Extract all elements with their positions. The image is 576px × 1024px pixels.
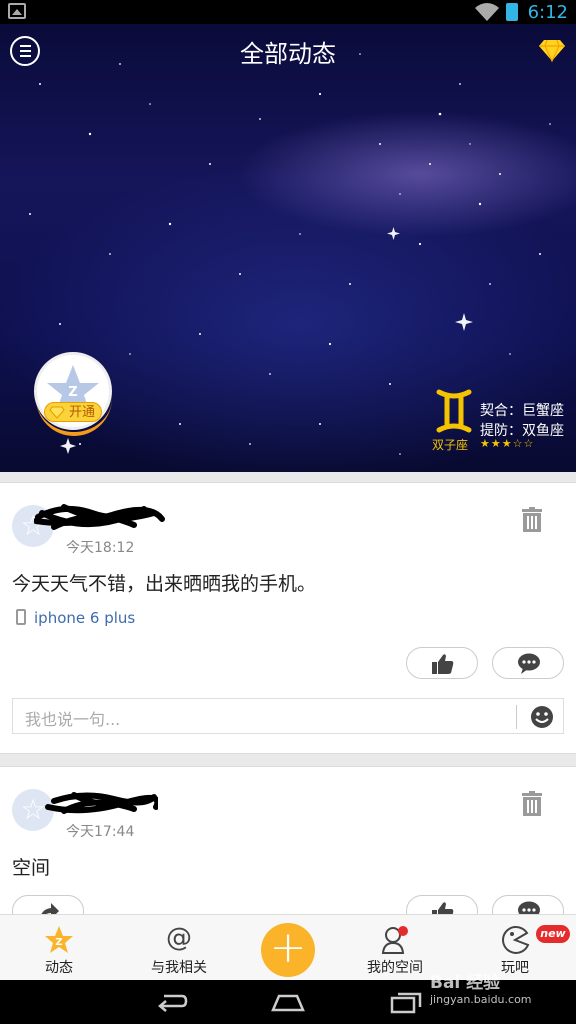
status-bar: 6:12	[0, 0, 576, 24]
delete-icon[interactable]	[520, 791, 544, 817]
emoji-icon[interactable]	[530, 705, 554, 729]
zodiac-panel[interactable]: 双子座 契合：巨蟹座 提防：双鱼座 ★★★☆☆	[432, 386, 572, 452]
comment-input[interactable]: 我也说一句...	[12, 698, 564, 734]
gallery-icon	[8, 3, 26, 19]
status-time: 6:12	[527, 2, 568, 23]
share-button[interactable]	[12, 895, 84, 914]
gemini-icon	[436, 389, 472, 433]
tab-my-space[interactable]: 我的空间	[350, 915, 440, 981]
zodiac-rating: ★★★☆☆	[480, 437, 535, 450]
feed-post: 今天18:12 今天天气不错，出来晒晒我的手机。 iphone 6 plus	[0, 482, 576, 754]
post-time: 今天17:44	[66, 824, 135, 840]
tab-mentions[interactable]: @ 与我相关	[134, 915, 224, 981]
wifi-icon	[475, 3, 499, 22]
comment-icon	[518, 653, 540, 674]
recents-icon[interactable]	[390, 990, 422, 1014]
star-z-icon: Z	[45, 926, 73, 953]
plus-icon: +	[269, 922, 307, 973]
gem-icon	[49, 406, 65, 419]
feed: 今天18:12 今天天气不错，出来晒晒我的手机。 iphone 6 plus	[0, 472, 576, 914]
phone-icon	[16, 609, 26, 625]
zodiac-sign: 双子座	[432, 438, 469, 452]
like-button[interactable]	[406, 895, 478, 914]
feed-post: 今天17:44 空间	[0, 766, 576, 914]
page-title: 全部动态	[240, 40, 336, 68]
at-icon: @	[166, 923, 192, 953]
redacted-name	[45, 792, 158, 814]
comment-button[interactable]	[492, 895, 564, 914]
svg-text:Z: Z	[55, 937, 62, 948]
home-icon[interactable]	[271, 990, 305, 1014]
thumbs-up-icon	[432, 902, 454, 914]
delete-icon[interactable]	[520, 507, 544, 533]
svg-text:Z: Z	[68, 385, 77, 400]
zodiac-match: 契合：巨蟹座	[480, 403, 564, 419]
tab-feed[interactable]: Z 动态	[14, 915, 104, 981]
comment-button[interactable]	[492, 647, 564, 679]
new-badge: new	[536, 925, 570, 943]
comment-placeholder: 我也说一句...	[25, 710, 121, 729]
vip-open-badge[interactable]: 开通	[44, 402, 103, 422]
baidu-watermark: Bai 经验 jingyan.baidu.com	[430, 973, 532, 1006]
user-icon	[381, 926, 408, 954]
battery-icon	[506, 3, 518, 21]
post-time: 今天18:12	[66, 540, 135, 556]
add-post-button[interactable]: +	[261, 923, 315, 977]
post-device[interactable]: iphone 6 plus	[16, 609, 135, 627]
redacted-name	[34, 504, 165, 530]
post-text: 今天天气不错，出来晒晒我的手机。	[12, 573, 317, 595]
thumbs-up-icon	[432, 654, 454, 674]
app-screen: 6:12 全部动态 Z 开通 双子座 契合：巨蟹座 提防：双鱼座 ★★★☆☆ ☆…	[0, 0, 576, 1024]
share-icon	[41, 903, 59, 914]
post-text: 空间	[12, 857, 51, 879]
diamond-icon[interactable]	[538, 38, 566, 62]
back-icon[interactable]	[156, 990, 188, 1014]
comment-icon	[518, 901, 540, 914]
pacman-icon	[502, 925, 530, 954]
like-button[interactable]	[406, 647, 478, 679]
